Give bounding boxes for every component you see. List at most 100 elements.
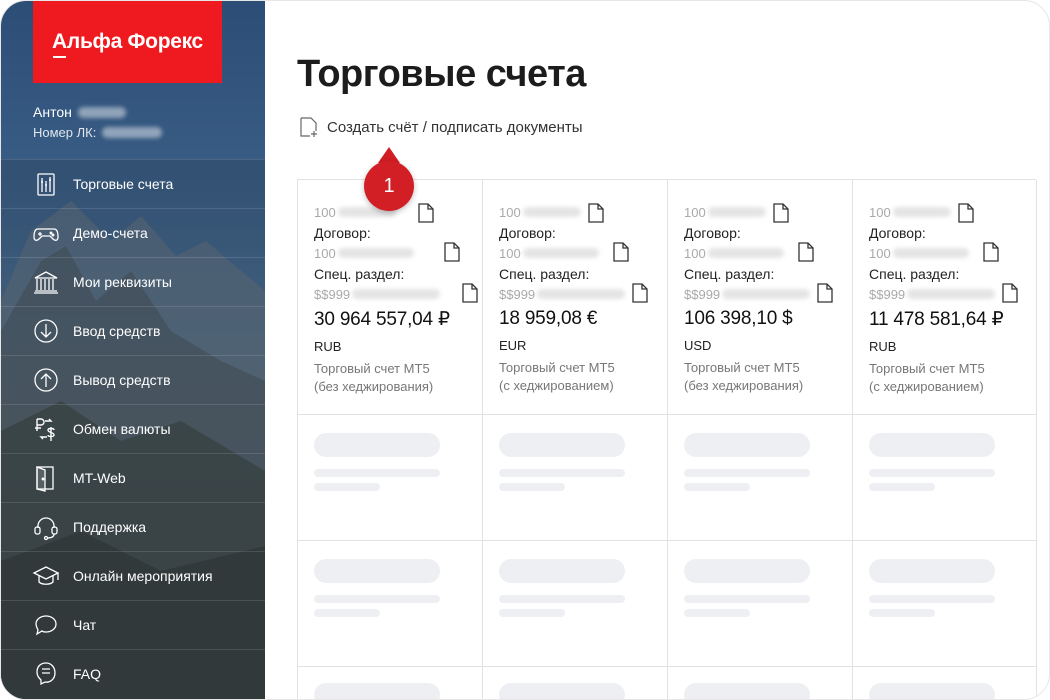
account-card[interactable]: 100 Договор: 100 Спец. раздел: $$999 11 …: [853, 180, 1037, 415]
account-number: 100: [869, 205, 951, 220]
sidebar-item-chat[interactable]: Чат: [1, 600, 265, 649]
sidebar-item-faq[interactable]: FAQ: [1, 649, 265, 698]
sidebar-item-label: Торговые счета: [73, 176, 174, 192]
main-content: Торговые счета Создать счёт / подписать …: [265, 1, 1049, 699]
redacted-lk-number: [102, 127, 163, 138]
copy-icon[interactable]: [1000, 280, 1020, 304]
sidebar-item-deposit[interactable]: Ввод средств: [1, 306, 265, 355]
account-card[interactable]: 100 Договор: 100 Спец. раздел: $$999 18 …: [483, 180, 668, 415]
sidebar-item-label: Обмен валюты: [73, 421, 171, 437]
copy-icon[interactable]: [630, 280, 650, 304]
sidebar-item-label: Ввод средств: [73, 323, 161, 339]
special-section-number: $$999: [684, 287, 811, 302]
copy-icon[interactable]: [416, 200, 436, 224]
headset-icon: [31, 512, 61, 542]
faq-icon: [31, 659, 61, 689]
sidebar-item-mt-web[interactable]: MT-Web: [1, 453, 265, 502]
sidebar-item-label: Мои реквизиты: [73, 274, 172, 290]
account-card[interactable]: 100 Договор: 100 Спец. раздел: $$999 30 …: [298, 180, 483, 415]
sidebar-item-demo-accounts[interactable]: Демо-счета: [1, 208, 265, 257]
sidebar-item-label: Поддержка: [73, 519, 147, 535]
special-section-number: $$999: [314, 287, 441, 302]
copy-icon[interactable]: [796, 239, 816, 263]
account-currency: RUB: [869, 339, 897, 354]
copy-icon[interactable]: [815, 280, 835, 304]
sidebar-nav: Торговые счета Демо-счета Мои реквизиты …: [1, 159, 265, 698]
skeleton-card: [483, 667, 668, 699]
bank-icon: [31, 267, 61, 297]
contract-number: 100: [684, 246, 784, 261]
account-type: Торговый счет МТ5 (с хеджированием): [869, 361, 985, 394]
create-account-label: Создать счёт / подписать документы: [327, 118, 583, 136]
copy-icon[interactable]: [442, 239, 462, 263]
trading-accounts-icon: [31, 169, 61, 199]
contract-number: 100: [499, 246, 599, 261]
sidebar-item-withdraw[interactable]: Вывод средств: [1, 355, 265, 404]
copy-icon[interactable]: [586, 200, 606, 224]
withdraw-icon: [31, 365, 61, 395]
account-number: 100: [684, 205, 766, 220]
account-balance: 106 398,10 $: [684, 308, 793, 329]
step-callout-badge: 1: [361, 147, 419, 211]
callout-number: 1: [383, 174, 395, 197]
account-type: Торговый счет МТ5 (без хеджирования): [314, 361, 434, 394]
mt-web-icon: [31, 463, 61, 493]
account-balance: 11 478 581,64 ₽: [869, 309, 1004, 330]
sidebar-item-support[interactable]: Поддержка: [1, 502, 265, 551]
skeleton-card: [668, 541, 853, 667]
copy-icon[interactable]: [771, 200, 791, 224]
account-card[interactable]: 100 Договор: 100 Спец. раздел: $$999 106…: [668, 180, 853, 415]
skeleton-card: [668, 667, 853, 699]
sidebar-item-label: MT-Web: [73, 470, 126, 486]
contract-number: 100: [869, 246, 969, 261]
sidebar-item-label: FAQ: [73, 666, 102, 682]
skeleton-card: [483, 415, 668, 541]
user-name: Антон: [33, 104, 72, 120]
callout-circle: 1: [364, 161, 414, 211]
contract-number: 100: [314, 246, 414, 261]
copy-icon[interactable]: [611, 239, 631, 263]
graduation-cap-icon: [31, 561, 61, 591]
sidebar-item-my-details[interactable]: Мои реквизиты: [1, 257, 265, 306]
brand-logo[interactable]: Альфа Форекс: [33, 1, 222, 83]
account-type: Торговый счет МТ5 (с хеджированием): [499, 360, 615, 393]
sidebar-item-currency-exchange[interactable]: Обмен валюты: [1, 404, 265, 453]
contract-label: Договор:: [869, 225, 926, 241]
copy-icon[interactable]: [981, 239, 1001, 263]
gamepad-icon: [31, 218, 61, 248]
sidebar-item-trading-accounts[interactable]: Торговые счета: [1, 159, 265, 208]
contract-label: Договор:: [684, 225, 741, 241]
redacted-surname: [77, 106, 126, 118]
skeleton-card: [668, 415, 853, 541]
special-section-number: $$999: [869, 287, 996, 302]
copy-icon[interactable]: [956, 200, 976, 224]
lk-label: Номер ЛК:: [33, 125, 97, 140]
skeleton-card: [853, 541, 1037, 667]
sidebar-item-label: Вывод средств: [73, 372, 171, 388]
new-document-icon: [300, 117, 317, 137]
chat-icon: [31, 610, 61, 640]
deposit-icon: [31, 316, 61, 346]
sidebar-item-label: Чат: [73, 617, 97, 633]
sidebar: Альфа Форекс Антон Номер ЛК: Торговые сч…: [1, 1, 265, 699]
page-title: Торговые счета: [297, 53, 586, 95]
account-currency: EUR: [499, 338, 527, 353]
create-account-link[interactable]: Создать счёт / подписать документы: [299, 116, 583, 138]
special-section-number: $$999: [499, 287, 626, 302]
skeleton-card: [483, 541, 668, 667]
account-type: Торговый счет МТ5 (без хеджирования): [684, 360, 804, 393]
logo-text: Альфа Форекс: [52, 30, 203, 58]
account-balance: 18 959,08 €: [499, 308, 598, 329]
app-window: Альфа Форекс Антон Номер ЛК: Торговые сч…: [0, 0, 1050, 700]
skeleton-card: [298, 541, 483, 667]
sidebar-item-online-events[interactable]: Онлайн мероприятия: [1, 551, 265, 600]
user-info: Антон Номер ЛК:: [33, 104, 163, 140]
skeleton-card: [298, 667, 483, 699]
currency-exchange-icon: [31, 414, 61, 444]
skeleton-card: [853, 667, 1037, 699]
copy-icon[interactable]: [460, 280, 480, 304]
account-number: 100: [499, 205, 581, 220]
special-section-label: Спец. раздел:: [314, 266, 405, 282]
accounts-grid: 100 Договор: 100 Спец. раздел: $$999 30 …: [297, 179, 1037, 699]
account-currency: RUB: [314, 339, 342, 354]
